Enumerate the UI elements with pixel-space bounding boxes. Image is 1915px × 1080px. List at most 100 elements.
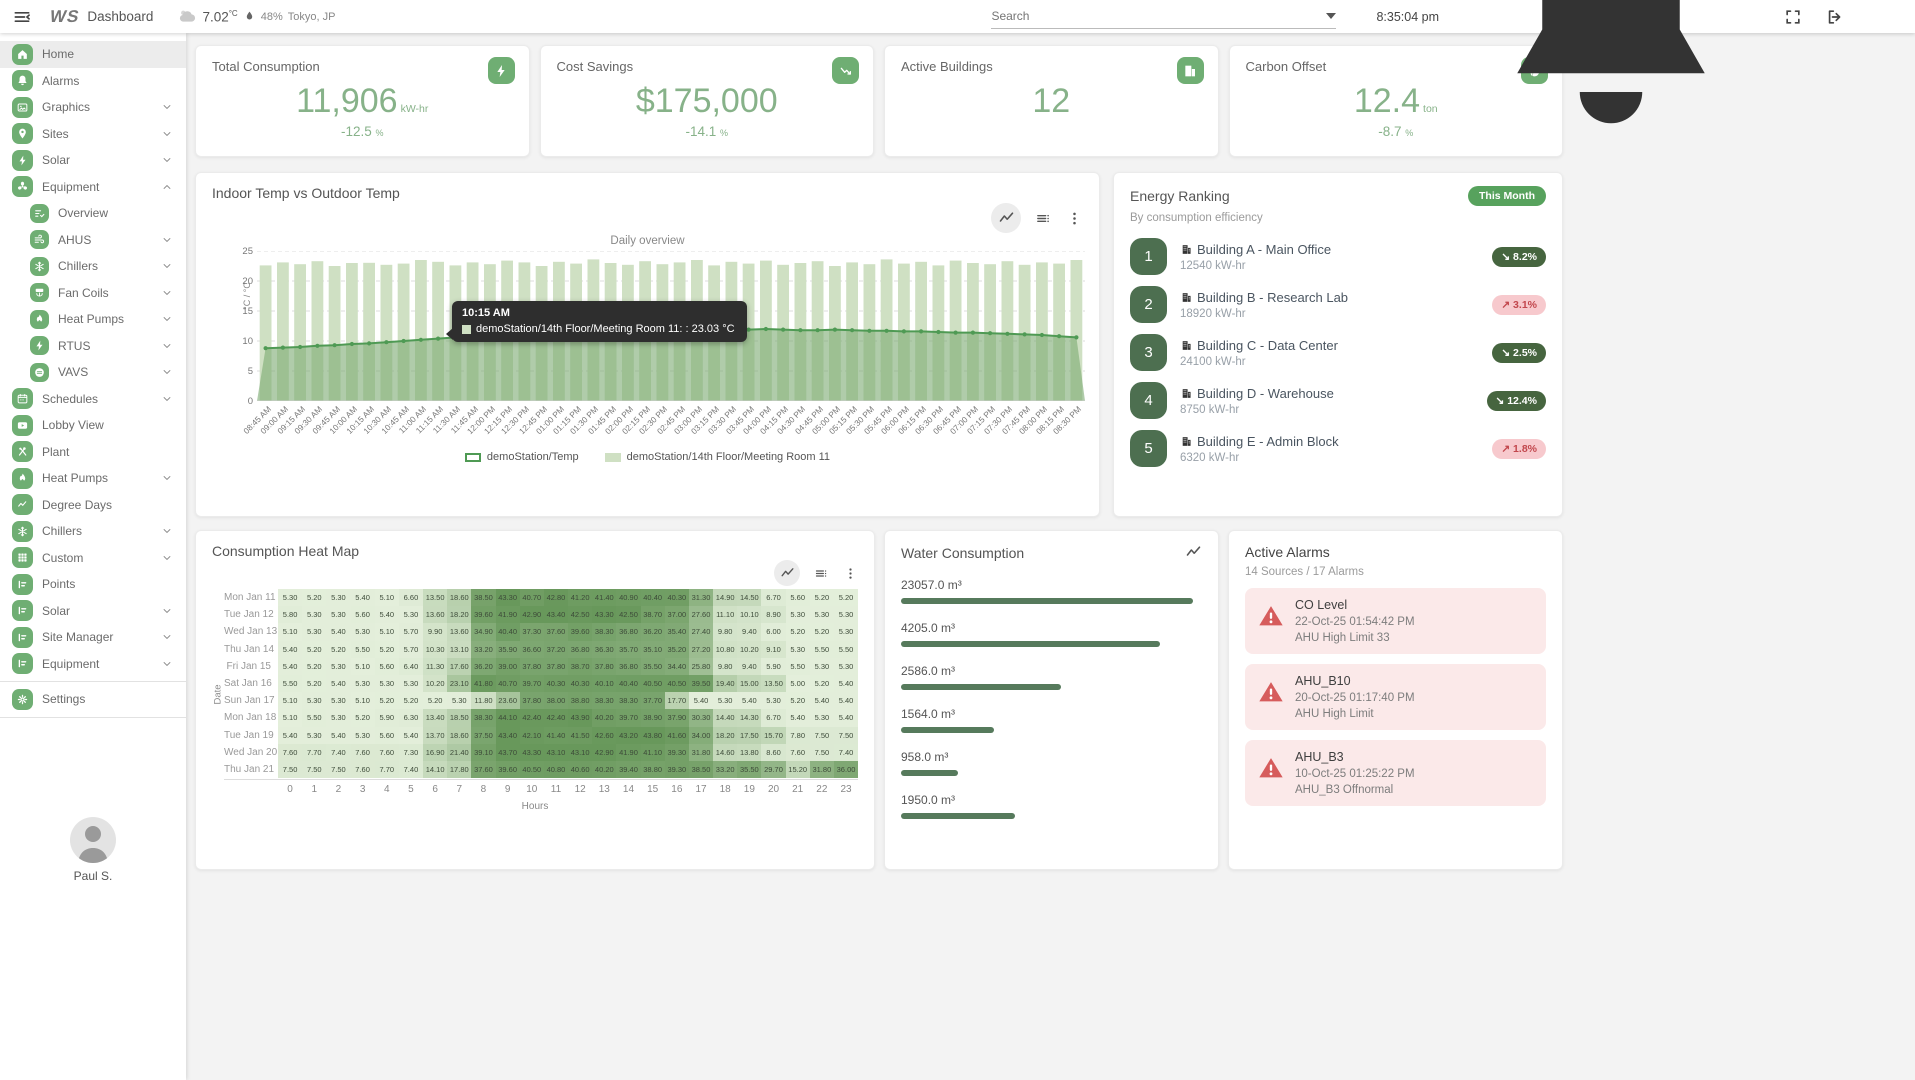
heatmap-cell[interactable]: 5.30 xyxy=(834,623,858,640)
heatmap-cell[interactable]: 40.40 xyxy=(616,675,640,692)
heatmap-cell[interactable]: 42.60 xyxy=(592,727,616,744)
heatmap-cell[interactable]: 10.10 xyxy=(737,606,761,623)
heatmap-cell[interactable]: 35.90 xyxy=(496,641,520,658)
heatmap-cell[interactable]: 34.90 xyxy=(471,623,495,640)
search-field[interactable] xyxy=(991,5,1336,29)
heatmap-cell[interactable]: 37.60 xyxy=(471,761,495,778)
ranking-row[interactable]: 2Building B - Research Lab18920 kW-hr↗ 3… xyxy=(1130,286,1546,323)
heatmap-cell[interactable]: 25.80 xyxy=(689,658,713,675)
heatmap-cell[interactable]: 14.90 xyxy=(713,589,737,606)
heatmap-cell[interactable]: 7.40 xyxy=(399,761,423,778)
heatmap-cell[interactable]: 40.10 xyxy=(592,675,616,692)
heatmap-cell[interactable]: 38.70 xyxy=(568,658,592,675)
heatmap-cell[interactable]: 7.80 xyxy=(786,727,810,744)
heatmap-cell[interactable]: 42.50 xyxy=(616,606,640,623)
fullscreen-icon[interactable] xyxy=(1783,7,1803,27)
heatmap-cell[interactable]: 41.80 xyxy=(471,675,495,692)
heatmap-cell[interactable]: 31.80 xyxy=(810,761,834,778)
heatmap-cell[interactable]: 43.30 xyxy=(520,744,544,761)
heatmap-cell[interactable]: 41.50 xyxy=(568,727,592,744)
heatmap-cell[interactable]: 36.20 xyxy=(471,658,495,675)
heatmap-cell[interactable]: 5.20 xyxy=(810,589,834,606)
chevron-down-icon[interactable] xyxy=(162,155,172,165)
ranking-row[interactable]: 5Building E - Admin Block6320 kW-hr↗ 1.8… xyxy=(1130,430,1546,467)
heatmap-cell[interactable]: 5.30 xyxy=(326,658,350,675)
heatmap-cell[interactable]: 41.90 xyxy=(496,606,520,623)
heatmap-cell[interactable]: 5.30 xyxy=(326,709,350,726)
heatmap-cell[interactable]: 42.10 xyxy=(520,727,544,744)
heatmap-cell[interactable]: 5.30 xyxy=(810,606,834,623)
heatmap-cell[interactable]: 5.40 xyxy=(399,727,423,744)
heatmap-cell[interactable]: 13.80 xyxy=(737,744,761,761)
heatmap-cell[interactable]: 17.80 xyxy=(447,761,471,778)
heatmap-cell[interactable]: 33.20 xyxy=(713,761,737,778)
heatmap-cell[interactable]: 17.50 xyxy=(737,727,761,744)
heatmap-cell[interactable]: 5.30 xyxy=(326,606,350,623)
heatmap-cell[interactable]: 14.10 xyxy=(423,761,447,778)
heatmap-cell[interactable]: 38.90 xyxy=(641,709,665,726)
heatmap-cell[interactable]: 38.30 xyxy=(592,623,616,640)
sidebar-item-points[interactable]: Points xyxy=(0,571,186,598)
ranking-row[interactable]: 4Building D - Warehouse8750 kW-hr↘ 12.4% xyxy=(1130,382,1546,419)
heatmap-cell[interactable]: 40.20 xyxy=(592,761,616,778)
heatmap-cell[interactable]: 5.20 xyxy=(302,589,326,606)
sidebar-item-solar[interactable]: Solar xyxy=(0,147,186,174)
heatmap-cell[interactable]: 6.60 xyxy=(399,589,423,606)
heatmap-cell[interactable]: 37.00 xyxy=(665,606,689,623)
heatmap-cell[interactable]: 42.80 xyxy=(544,589,568,606)
heatmap-cell[interactable]: 8.60 xyxy=(761,744,785,761)
heatmap-cell[interactable]: 35.50 xyxy=(641,658,665,675)
heatmap-cell[interactable]: 35.50 xyxy=(737,761,761,778)
sidebar-item-settings[interactable]: Settings xyxy=(0,686,186,713)
heatmap-cell[interactable]: 5.40 xyxy=(278,658,302,675)
heatmap-cell[interactable]: 7.50 xyxy=(326,761,350,778)
temp-chart-plot[interactable]: °C / °C 10:15 AM demoStation/14th Floor/… xyxy=(257,251,1085,401)
heatmap-cell[interactable]: 18.50 xyxy=(447,709,471,726)
sidebar-item-site-manager[interactable]: Site Manager xyxy=(0,624,186,651)
heatmap-cell[interactable]: 15.00 xyxy=(737,675,761,692)
heatmap-cell[interactable]: 5.30 xyxy=(761,692,785,709)
heatmap-cell[interactable]: 5.50 xyxy=(278,675,302,692)
heatmap-cell[interactable]: 40.80 xyxy=(544,761,568,778)
ranking-row[interactable]: 1Building A - Main Office12540 kW-hr↘ 8.… xyxy=(1130,238,1546,275)
heatmap-cell[interactable]: 38.30 xyxy=(616,692,640,709)
sidebar-item-schedules[interactable]: Schedules xyxy=(0,386,186,413)
heatmap-cell[interactable]: 7.50 xyxy=(278,761,302,778)
heatmap-cell[interactable]: 5.30 xyxy=(713,692,737,709)
heatmap-cell[interactable]: 5.40 xyxy=(834,692,858,709)
sidebar-item-overview[interactable]: Overview xyxy=(0,200,186,227)
user-profile[interactable]: Paul S. xyxy=(0,817,186,883)
heatmap-cell[interactable]: 39.60 xyxy=(471,606,495,623)
heatmap-cell[interactable]: 5.50 xyxy=(810,641,834,658)
heatmap-cell[interactable]: 13.10 xyxy=(447,641,471,658)
heatmap-cell[interactable]: 5.60 xyxy=(786,589,810,606)
heatmap-cell[interactable]: 5.20 xyxy=(810,675,834,692)
heatmap-cell[interactable]: 39.30 xyxy=(665,744,689,761)
heatmap-cell[interactable]: 5.20 xyxy=(810,623,834,640)
heatmap-cell[interactable]: 36.20 xyxy=(641,623,665,640)
heatmap-cell[interactable]: 5.40 xyxy=(689,692,713,709)
chevron-down-icon[interactable] xyxy=(162,473,172,483)
sidebar-item-ahus[interactable]: AHUS xyxy=(0,227,186,254)
bell-icon[interactable] xyxy=(1461,0,1761,167)
heatmap-cell[interactable]: 31.80 xyxy=(689,744,713,761)
sidebar-item-equipment[interactable]: Equipment xyxy=(0,651,186,678)
heatmap-cell[interactable]: 5.30 xyxy=(302,623,326,640)
heatmap-cell[interactable]: 5.20 xyxy=(302,658,326,675)
heatmap-cell[interactable]: 37.60 xyxy=(544,623,568,640)
heatmap-cell[interactable]: 37.70 xyxy=(641,692,665,709)
heatmap-cell[interactable]: 5.50 xyxy=(834,641,858,658)
heatmap-cell[interactable]: 37.20 xyxy=(544,641,568,658)
heatmap-cell[interactable]: 5.80 xyxy=(278,606,302,623)
heatmap-cell[interactable]: 36.80 xyxy=(616,623,640,640)
heatmap-cell[interactable]: 7.60 xyxy=(351,761,375,778)
heatmap-cell[interactable]: 36.80 xyxy=(568,641,592,658)
heatmap-cell[interactable]: 18.60 xyxy=(447,727,471,744)
heatmap-cell[interactable]: 5.70 xyxy=(399,623,423,640)
heatmap-cell[interactable]: 31.30 xyxy=(689,589,713,606)
chevron-down-icon[interactable] xyxy=(162,314,172,324)
heatmap-cell[interactable]: 37.80 xyxy=(544,658,568,675)
chevron-down-icon[interactable] xyxy=(162,632,172,642)
heatmap-cell[interactable]: 7.60 xyxy=(351,744,375,761)
heatmap-cell[interactable]: 9.40 xyxy=(737,623,761,640)
